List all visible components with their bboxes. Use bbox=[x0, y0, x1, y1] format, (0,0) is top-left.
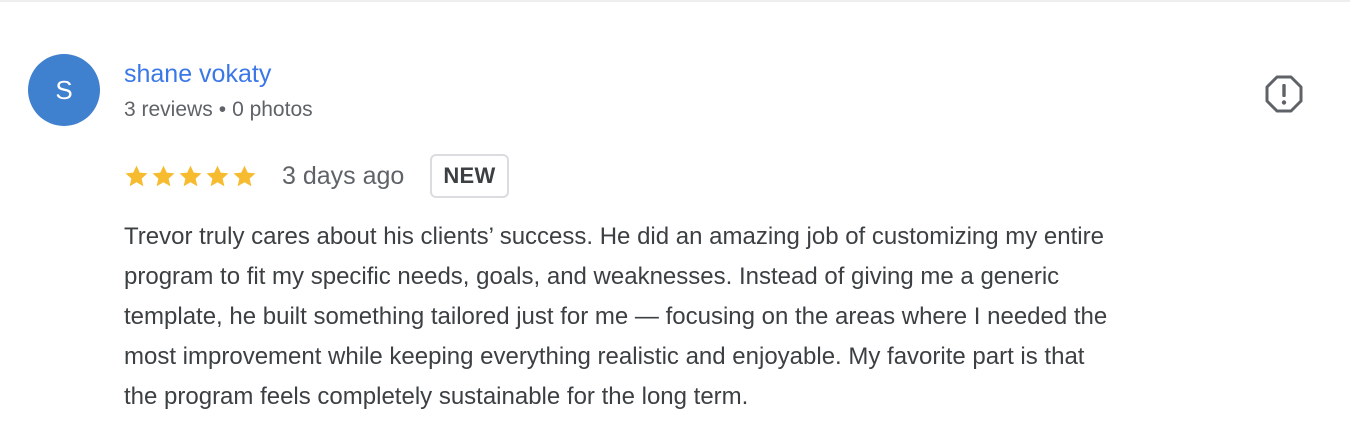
report-flag-icon[interactable] bbox=[1264, 74, 1304, 114]
photos-count: 0 photos bbox=[232, 98, 313, 121]
avatar[interactable]: S bbox=[28, 54, 100, 126]
star-icon bbox=[179, 165, 202, 186]
review-text-line: Trevor truly cares about his clients’ su… bbox=[124, 223, 1104, 250]
reviews-count: 3 reviews bbox=[124, 98, 213, 121]
meta-separator: • bbox=[218, 98, 227, 121]
star-icon bbox=[206, 165, 229, 186]
star-icon bbox=[233, 165, 256, 186]
avatar-initial: S bbox=[55, 74, 73, 105]
review-text-line: template, he built something tailored ju… bbox=[124, 303, 1108, 330]
reviewer-meta: 3 reviews • 0 photos bbox=[124, 96, 313, 124]
top-divider bbox=[0, 0, 1350, 2]
star-rating bbox=[124, 164, 257, 189]
star-icon bbox=[125, 165, 148, 186]
reviewer-name-link[interactable]: shane vokaty bbox=[124, 58, 271, 90]
review-text: Trevor truly cares about his clients’ su… bbox=[124, 217, 1324, 417]
review-text-line: program to fit my specific needs, goals,… bbox=[124, 263, 1060, 290]
review-text-line: the program feels completely sustainable… bbox=[124, 383, 749, 410]
review-text-line: most improvement while keeping everythin… bbox=[124, 343, 1085, 370]
star-icon bbox=[152, 165, 175, 186]
review-date: 3 days ago bbox=[282, 161, 405, 190]
rating-row: 3 days ago NEW bbox=[124, 153, 509, 199]
new-badge: NEW bbox=[430, 154, 509, 198]
